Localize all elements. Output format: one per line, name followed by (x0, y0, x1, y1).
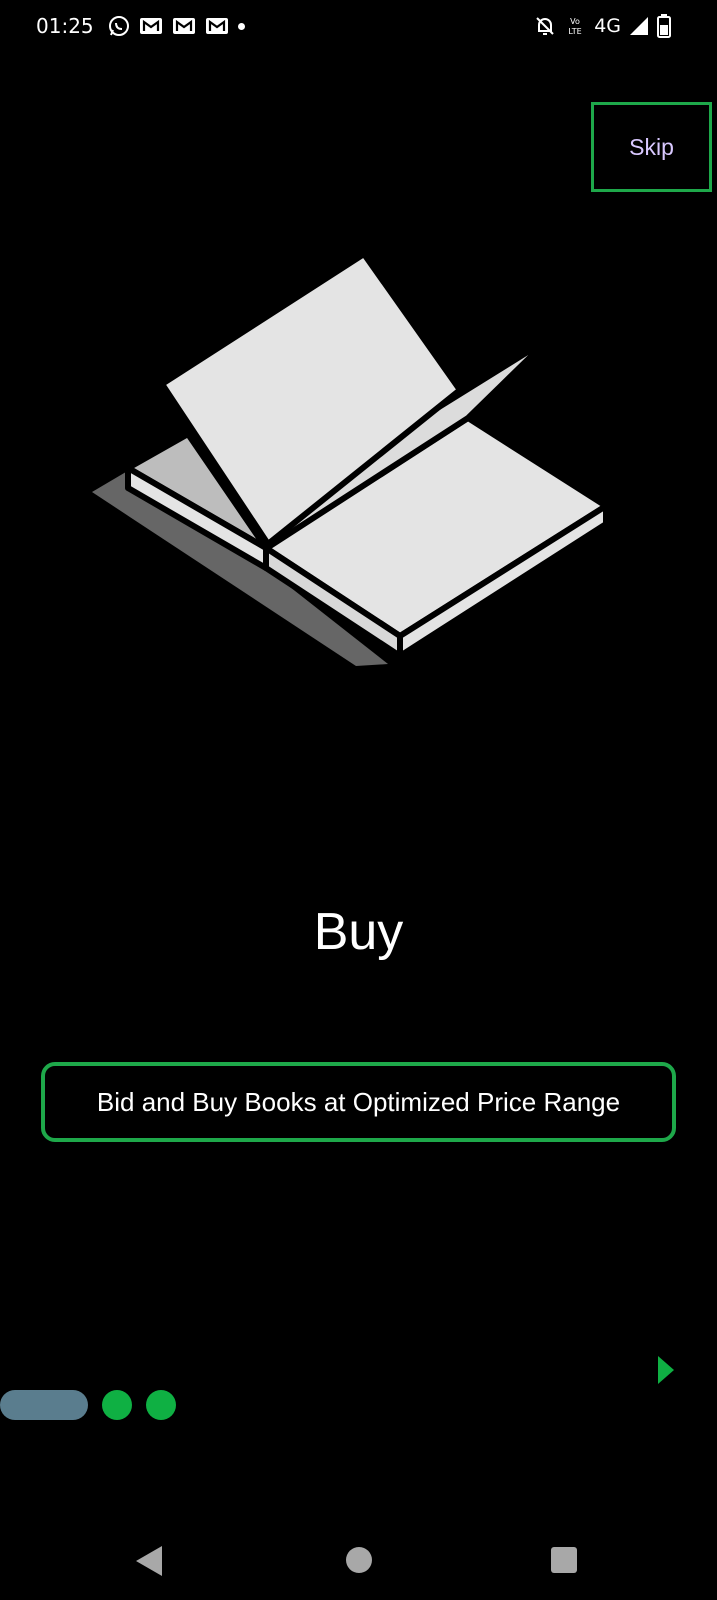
open-book-illustration (92, 251, 609, 666)
recents-icon[interactable] (551, 1547, 577, 1573)
status-time: 01:25 (36, 14, 94, 38)
whatsapp-icon (109, 16, 129, 36)
svg-text:Vo: Vo (570, 17, 580, 26)
back-icon[interactable] (134, 1544, 164, 1578)
system-icons: Vo LTE 4G (534, 12, 671, 40)
skip-button[interactable]: Skip (591, 102, 712, 192)
status-bar: 01:25 Vo LTE 4G (0, 0, 717, 52)
gmail-icon (173, 18, 195, 34)
notifications-off-icon (536, 17, 554, 35)
svg-text:LTE: LTE (569, 27, 582, 36)
notification-icons (108, 12, 245, 40)
indicator-dot-page-2[interactable] (102, 1390, 132, 1420)
next-arrow-icon[interactable] (650, 1352, 680, 1388)
indicator-active-page[interactable] (0, 1390, 88, 1420)
notification-dot (238, 22, 245, 30)
page-title: Buy (313, 903, 404, 961)
navigation-bar (0, 1520, 717, 1600)
signal-icon (630, 17, 648, 35)
description-box: Bid and Buy Books at Optimized Price Ran… (41, 1062, 676, 1142)
network-type: 4G (594, 15, 621, 37)
page-indicator (0, 1390, 176, 1420)
gmail-icon (140, 18, 162, 34)
home-icon[interactable] (346, 1547, 372, 1573)
volte-icon: Vo LTE (569, 17, 582, 36)
gmail-icon (206, 18, 228, 34)
description-text: Bid and Buy Books at Optimized Price Ran… (96, 1086, 621, 1117)
battery-icon (657, 14, 671, 38)
indicator-dot-page-3[interactable] (146, 1390, 176, 1420)
